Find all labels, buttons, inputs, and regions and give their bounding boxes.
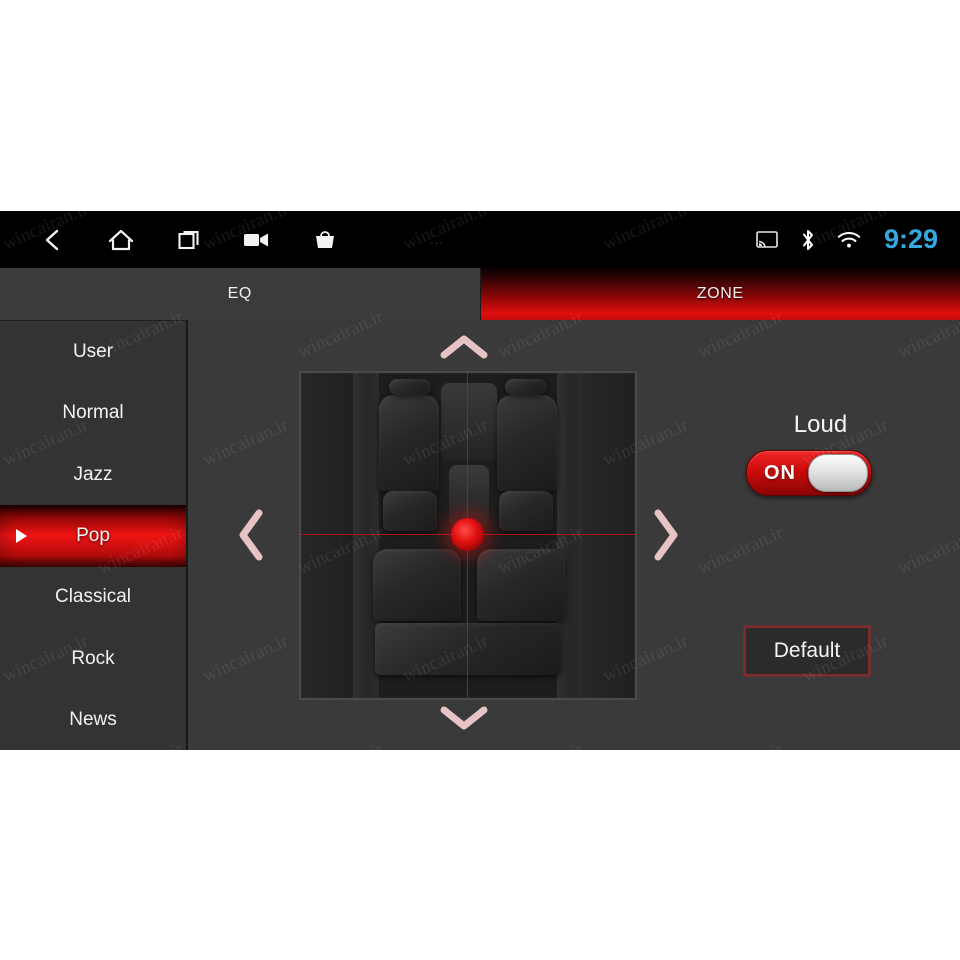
loud-label: Loud xyxy=(793,411,848,438)
eq-preset-pop[interactable]: Pop xyxy=(0,505,186,567)
shopping-bag-icon[interactable] xyxy=(310,225,340,255)
car-seat-front-left-back xyxy=(379,395,439,491)
eq-preset-label: User xyxy=(72,340,114,362)
watermark-text: wincairan.ir xyxy=(894,90,960,147)
eq-preset-label: News xyxy=(69,709,117,731)
watermark-text: wincairan.ir xyxy=(599,846,692,903)
eq-preset-rock[interactable]: Rock xyxy=(0,628,186,689)
screenshot-root: ... 9:29 EQ ZONE User Normal Jazz Pop Cl… xyxy=(0,0,960,960)
eq-preset-jazz[interactable]: Jazz xyxy=(0,444,186,505)
watermark-text: wincairan.ir xyxy=(494,954,586,960)
watermark-text: wincairan.ir xyxy=(694,90,787,147)
tab-eq-label: EQ xyxy=(227,285,252,302)
home-icon[interactable] xyxy=(106,225,136,255)
eq-preset-user[interactable]: User xyxy=(0,321,186,382)
default-button[interactable]: Default xyxy=(744,626,870,676)
car-door-right xyxy=(583,373,635,698)
status-bar: ... 9:29 xyxy=(0,211,960,268)
car-seat-front-right-back xyxy=(497,395,557,491)
watermark-text: wincairan.ir xyxy=(799,0,892,39)
car-headrest-front-left xyxy=(389,379,431,395)
eq-preset-list: User Normal Jazz Pop Classical Rock News xyxy=(0,320,188,750)
car-center-console xyxy=(441,383,497,461)
status-right-group: 9:29 xyxy=(755,211,938,268)
eq-preset-label: Classical xyxy=(54,586,132,608)
tab-bar: EQ ZONE xyxy=(0,268,960,320)
watermark-text: wincairan.ir xyxy=(599,0,692,39)
zone-control-area: Loud ON Default xyxy=(188,320,960,750)
watermark-text: wincairan.ir xyxy=(199,846,292,903)
wifi-icon xyxy=(837,228,861,252)
car-door-left xyxy=(301,373,353,698)
loud-toggle[interactable]: ON xyxy=(746,450,872,496)
watermark-text: wincairan.ir xyxy=(199,0,292,39)
eq-preset-normal[interactable]: Normal xyxy=(0,382,186,443)
car-seat-front-left-base xyxy=(383,491,437,531)
tab-zone[interactable]: ZONE xyxy=(480,268,960,320)
watermark-text: wincairan.ir xyxy=(0,846,92,903)
watermark-text: wincairan.ir xyxy=(0,0,92,39)
default-button-label: Default xyxy=(773,639,841,662)
watermark-text: wincairan.ir xyxy=(894,954,960,960)
tab-eq[interactable]: EQ xyxy=(0,268,481,320)
status-clock: 9:29 xyxy=(883,224,938,254)
eq-preset-classical[interactable]: Classical xyxy=(0,567,186,628)
tab-zone-label: ZONE xyxy=(696,285,744,302)
car-headrest-front-right xyxy=(505,379,547,395)
overflow-dots-icon[interactable]: ... xyxy=(430,232,444,247)
watermark-text: wincairan.ir xyxy=(494,90,587,147)
nav-icon-group: ... xyxy=(0,225,444,255)
zone-focus-dot[interactable] xyxy=(451,518,484,551)
eq-preset-news[interactable]: News xyxy=(0,690,186,750)
watermark-text: wincairan.ir xyxy=(399,846,492,903)
car-seat-rear-base xyxy=(375,623,561,675)
watermark-text: wincairan.ir xyxy=(799,846,892,903)
car-seat-rear-right xyxy=(477,549,565,621)
eq-preset-label: Pop xyxy=(76,524,110,546)
car-seat-rear-left xyxy=(373,549,461,621)
bluetooth-icon xyxy=(796,228,820,252)
cast-icon xyxy=(755,228,779,252)
car-seat-front-right-base xyxy=(499,491,553,531)
watermark-text: wincairan.ir xyxy=(94,954,186,960)
eq-preset-label: Rock xyxy=(71,647,115,669)
watermark-text: wincairan.ir xyxy=(294,954,386,960)
head-unit-screen: ... 9:29 EQ ZONE User Normal Jazz Pop Cl… xyxy=(0,211,960,750)
watermark-text: wincairan.ir xyxy=(294,90,387,147)
content-area: User Normal Jazz Pop Classical Rock News… xyxy=(0,320,960,750)
loud-toggle-state: ON xyxy=(764,461,796,484)
recents-icon[interactable] xyxy=(174,225,204,255)
eq-preset-label: Jazz xyxy=(73,463,113,485)
loud-toggle-knob[interactable] xyxy=(808,454,868,492)
watermark-text: wincairan.ir xyxy=(94,90,187,147)
watermark-text: wincairan.ir xyxy=(694,954,786,960)
video-camera-icon[interactable] xyxy=(242,225,272,255)
back-icon[interactable] xyxy=(38,225,68,255)
selected-marker-icon xyxy=(16,528,27,543)
eq-preset-label: Normal xyxy=(62,402,124,424)
car-interior-map[interactable] xyxy=(299,371,637,700)
watermark-text: wincairan.ir xyxy=(399,0,492,39)
